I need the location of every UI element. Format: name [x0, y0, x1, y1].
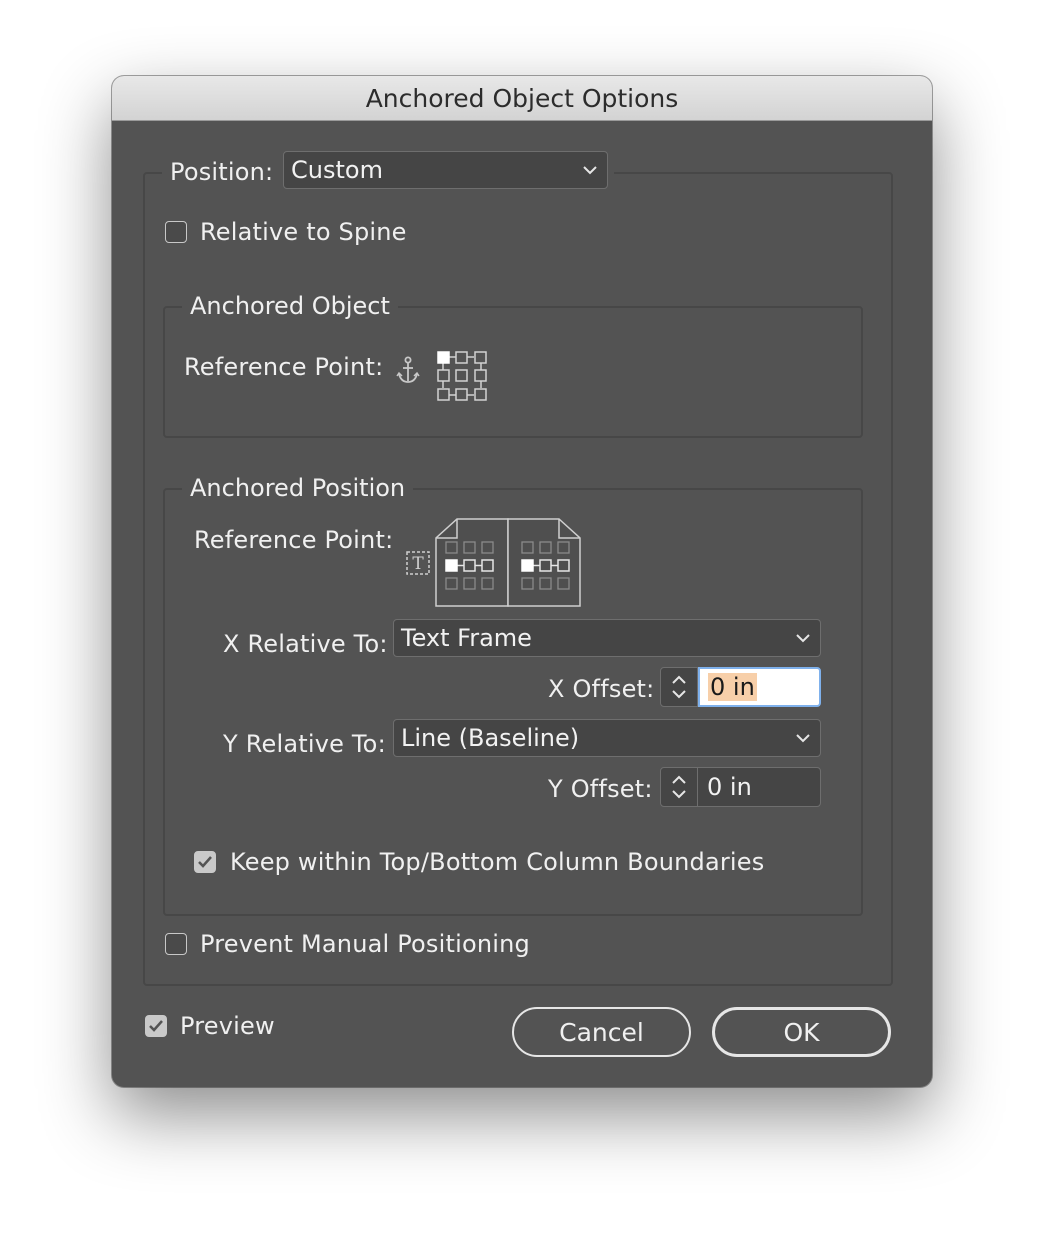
x-relative-to-select[interactable]: Text Frame [393, 619, 821, 657]
position-select-value: Custom [291, 156, 383, 184]
keep-within-label[interactable]: Keep within Top/Bottom Column Boundaries [230, 848, 764, 876]
checkmark-icon [198, 856, 212, 868]
relative-to-spine-checkbox[interactable] [165, 221, 187, 243]
y-offset-input[interactable]: 0 in [698, 768, 820, 806]
stepper-up-icon [672, 775, 686, 784]
x-offset-stepper[interactable] [661, 668, 698, 706]
x-offset-input[interactable]: 0 in [698, 667, 821, 707]
cancel-button[interactable]: Cancel [512, 1007, 691, 1057]
x-offset-value: 0 in [708, 673, 757, 701]
preview-checkbox[interactable] [145, 1015, 167, 1037]
x-relative-to-value: Text Frame [401, 624, 532, 652]
stepper-down-icon [672, 790, 686, 799]
title-bar[interactable]: Anchored Object Options [112, 76, 932, 121]
text-frame-icon: T [405, 550, 431, 580]
selected-reference-point [437, 351, 450, 364]
y-offset-stepper[interactable] [661, 768, 698, 806]
selected-reference-point-left [445, 559, 458, 572]
anchored-position-reference-point-proxy[interactable] [435, 518, 581, 612]
dialog-title: Anchored Object Options [365, 83, 679, 113]
selected-reference-point-right [521, 559, 534, 572]
x-relative-to-label: X Relative To: [223, 630, 388, 658]
anchored-object-options-dialog: Anchored Object Options Position: Custom… [112, 76, 932, 1087]
cancel-button-label: Cancel [559, 1017, 644, 1047]
keep-within-checkbox[interactable] [194, 851, 216, 873]
x-offset-label: X Offset: [548, 675, 655, 703]
anchored-position-legend: Anchored Position [182, 474, 414, 502]
y-offset-label: Y Offset: [548, 775, 653, 803]
svg-text:T: T [412, 554, 424, 574]
anchored-object-reference-point-proxy[interactable] [437, 351, 487, 405]
prevent-manual-positioning-label[interactable]: Prevent Manual Positioning [200, 930, 530, 958]
chevron-down-icon [786, 733, 820, 743]
chevron-down-icon [573, 165, 607, 175]
anchor-icon [396, 356, 420, 390]
position-select[interactable]: Custom [283, 151, 608, 189]
y-relative-to-value: Line (Baseline) [401, 724, 580, 752]
y-offset-spinner: 0 in [660, 767, 821, 807]
y-relative-to-select[interactable]: Line (Baseline) [393, 719, 821, 757]
anchored-object-legend: Anchored Object [182, 292, 398, 320]
chevron-down-icon [786, 633, 820, 643]
stepper-up-icon [672, 675, 686, 684]
anchored-position-reference-point-label: Reference Point: [194, 526, 394, 554]
stepper-down-icon [672, 690, 686, 699]
y-relative-to-label: Y Relative To: [223, 730, 386, 758]
checkmark-icon [149, 1020, 163, 1032]
anchored-object-reference-point-label: Reference Point: [184, 353, 384, 381]
position-label: Position: [170, 158, 274, 186]
preview-label[interactable]: Preview [180, 1012, 275, 1040]
ok-button[interactable]: OK [712, 1007, 891, 1057]
relative-to-spine-label[interactable]: Relative to Spine [200, 218, 407, 246]
prevent-manual-positioning-checkbox[interactable] [165, 933, 187, 955]
x-offset-spinner: 0 in [660, 667, 821, 707]
y-offset-value: 0 in [707, 773, 752, 801]
ok-button-label: OK [783, 1017, 820, 1047]
